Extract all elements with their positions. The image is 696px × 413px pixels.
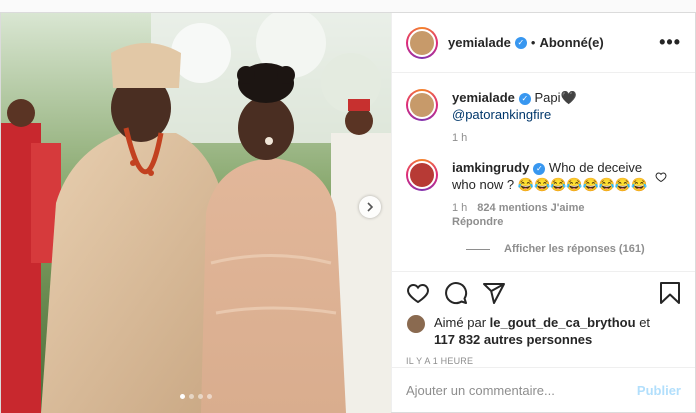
carousel-dot <box>207 394 212 399</box>
reply-button[interactable]: Répondre <box>452 216 503 228</box>
post-comment-button[interactable]: Publier <box>637 383 681 398</box>
author-username[interactable]: yemialade <box>448 35 511 50</box>
share-icon[interactable] <box>482 281 506 305</box>
liked-by-and: et <box>635 315 651 330</box>
replies-line <box>466 248 490 250</box>
wedding-photo-illustration <box>1 13 391 413</box>
comment-input[interactable] <box>406 382 637 398</box>
post-sidebar: yemialade ✓ • Abonné(e) ••• yemialade ✓ P… <box>391 13 695 412</box>
likes-count-link[interactable]: 117 832 autres personnes <box>434 332 592 347</box>
comment-likes-link[interactable]: 824 mentions J'aime <box>477 202 584 214</box>
post-actions: Aimé par le_gout_de_ca_brythou et 117 83… <box>392 271 695 367</box>
post-timestamp[interactable]: IL Y A 1 HEURE <box>406 356 681 366</box>
carousel-dot <box>189 394 194 399</box>
verified-badge-icon: ✓ <box>514 36 527 49</box>
caption-mention-link[interactable]: @patorankingfire <box>452 107 551 122</box>
follow-status-button[interactable]: Abonné(e) <box>539 35 603 50</box>
comments-section: yemialade ✓ Papi🖤 @patorankingfire 1 h ia… <box>392 73 695 271</box>
comment-icon[interactable] <box>444 281 468 305</box>
comment-like-heart-icon[interactable] <box>655 171 667 183</box>
liked-by: Aimé par le_gout_de_ca_brythou et 117 83… <box>406 314 681 348</box>
bookmark-icon[interactable] <box>659 281 681 305</box>
view-replies-label: Afficher les réponses (161) <box>504 243 645 255</box>
post-header: yemialade ✓ • Abonné(e) ••• <box>392 13 695 73</box>
add-comment-bar: Publier <box>392 367 695 412</box>
author-avatar[interactable] <box>406 26 438 59</box>
carousel-dot <box>198 394 203 399</box>
comment-username[interactable]: iamkingrudy <box>452 160 529 175</box>
verified-badge-icon: ✓ <box>518 92 531 105</box>
verified-badge-icon: ✓ <box>533 162 546 175</box>
caption-text: Papi🖤 <box>534 90 577 105</box>
header-separator: • <box>530 35 536 50</box>
caption-username[interactable]: yemialade <box>452 90 515 105</box>
comment-time[interactable]: 1 h <box>452 202 467 214</box>
comment-item: iamkingrudy ✓ Who de deceive who now ? 😂😂… <box>406 159 681 229</box>
caption: yemialade ✓ Papi🖤 @patorankingfire 1 h <box>406 89 681 145</box>
post-dialog: yemialade ✓ • Abonné(e) ••• yemialade ✓ P… <box>0 12 696 413</box>
liker-username[interactable]: le_gout_de_ca_brythou <box>490 315 636 330</box>
comment-avatar[interactable] <box>406 159 438 191</box>
post-photo[interactable] <box>1 13 391 413</box>
carousel-dot <box>180 394 185 399</box>
view-replies-button[interactable]: Afficher les réponses (161) <box>466 243 681 255</box>
chevron-right-icon <box>367 202 374 212</box>
caption-time[interactable]: 1 h <box>452 132 467 144</box>
caption-avatar[interactable] <box>406 89 438 121</box>
heart-icon[interactable] <box>406 281 430 305</box>
more-options-icon[interactable]: ••• <box>659 32 681 53</box>
liked-by-prefix: Aimé par <box>434 315 490 330</box>
liker-avatar[interactable] <box>406 314 426 334</box>
carousel-indicator <box>1 394 391 399</box>
carousel-next-button[interactable] <box>359 196 381 218</box>
